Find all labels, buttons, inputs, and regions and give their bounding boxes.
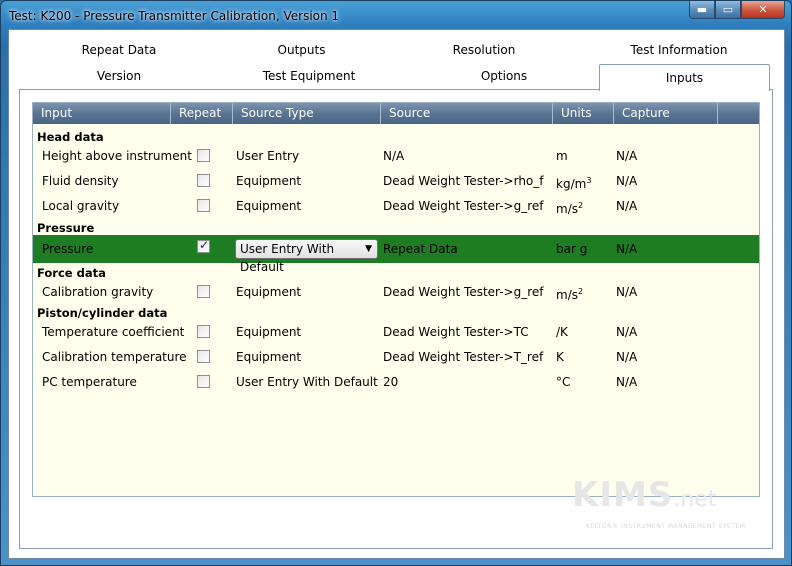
tab-repeat-data[interactable]: Repeat Data bbox=[19, 38, 219, 62]
repeat-checkbox[interactable] bbox=[197, 350, 210, 363]
tab-options[interactable]: Options bbox=[409, 64, 599, 88]
column-header-source[interactable]: Source bbox=[381, 103, 553, 124]
input-name: Pressure bbox=[42, 242, 94, 256]
units: /K bbox=[556, 325, 568, 339]
table-row[interactable]: Calibration temperature Equipment Dead W… bbox=[33, 345, 759, 369]
column-header-source-type[interactable]: Source Type bbox=[233, 103, 381, 124]
column-header-input[interactable]: Input bbox=[33, 103, 171, 124]
capture: N/A bbox=[616, 174, 638, 188]
title-bar[interactable]: Test: K200 - Pressure Transmitter Calibr… bbox=[1, 1, 791, 29]
source: Dead Weight Tester->g_ref bbox=[383, 285, 544, 299]
input-name: Temperature coefficient bbox=[42, 325, 185, 339]
column-header-units[interactable]: Units bbox=[553, 103, 614, 124]
source-type: Equipment bbox=[236, 174, 302, 188]
input-name: Calibration gravity bbox=[42, 285, 154, 299]
units: m bbox=[556, 149, 568, 163]
source: Dead Weight Tester->T_ref bbox=[383, 350, 544, 364]
tab-outputs[interactable]: Outputs bbox=[209, 38, 394, 62]
group-piston-cylinder-data: Piston/cylinder data bbox=[37, 306, 168, 320]
capture: N/A bbox=[616, 199, 638, 213]
window-title: Test: K200 - Pressure Transmitter Calibr… bbox=[9, 9, 340, 23]
source: Dead Weight Tester->TC bbox=[383, 325, 529, 339]
logo-tagline: KELTON® INSTRUMENT MANAGEMENT SYSTEM bbox=[586, 523, 746, 530]
repeat-checkbox[interactable] bbox=[197, 199, 210, 212]
tab-version[interactable]: Version bbox=[19, 64, 219, 88]
source-type: User Entry With Default bbox=[236, 375, 378, 389]
table-row[interactable]: Height above instrument User Entry N/A m… bbox=[33, 144, 759, 168]
capture: N/A bbox=[616, 350, 638, 364]
repeat-checkbox[interactable] bbox=[197, 238, 210, 253]
table-row-selected[interactable]: Pressure User Entry With Default ▼ Repea… bbox=[33, 235, 759, 274]
tab-resolution[interactable]: Resolution bbox=[394, 38, 574, 62]
chevron-down-icon: ▼ bbox=[365, 244, 372, 254]
input-name: Height above instrument bbox=[42, 149, 192, 163]
table-row[interactable]: Calibration gravity Equipment Dead Weigh… bbox=[33, 280, 759, 304]
source: 20 bbox=[383, 375, 399, 389]
source-type-dropdown[interactable]: User Entry With Default ▼ bbox=[235, 239, 378, 274]
units-base: kg/m bbox=[556, 177, 587, 191]
tab-inputs[interactable]: Inputs bbox=[599, 64, 770, 91]
units-superscript: 2 bbox=[577, 201, 584, 210]
repeat-checkbox[interactable] bbox=[197, 285, 210, 298]
tab-test-equipment[interactable]: Test Equipment bbox=[209, 64, 409, 88]
source-type: Equipment bbox=[236, 350, 302, 364]
table-row[interactable]: Fluid density Equipment Dead Weight Test… bbox=[33, 169, 759, 193]
logo-net-text: .net bbox=[673, 487, 717, 512]
capture: N/A bbox=[616, 149, 638, 163]
source-type: Equipment bbox=[236, 325, 302, 339]
units: kg/m3 bbox=[556, 169, 591, 193]
inputs-panel: Input Repeat Source Type Source Units Ca… bbox=[19, 89, 773, 549]
capture: N/A bbox=[616, 325, 638, 339]
table-row[interactable]: Temperature coefficient Equipment Dead W… bbox=[33, 320, 759, 344]
column-header-repeat[interactable]: Repeat bbox=[171, 103, 233, 124]
source: Dead Weight Tester->rho_f bbox=[383, 174, 544, 188]
logo-main-text: KIMS bbox=[572, 475, 674, 515]
client-area: Repeat Data Outputs Resolution Test Info… bbox=[8, 29, 785, 559]
minimize-button[interactable]: ▬ bbox=[689, 1, 715, 19]
table-row[interactable]: Local gravity Equipment Dead Weight Test… bbox=[33, 194, 759, 218]
units-base: m/s bbox=[556, 202, 578, 216]
group-force-data: Force data bbox=[37, 266, 106, 280]
repeat-checkbox[interactable] bbox=[197, 325, 210, 338]
repeat-checkbox[interactable] bbox=[197, 375, 210, 388]
units: K bbox=[556, 350, 564, 364]
maximize-button[interactable]: ▭ bbox=[715, 1, 741, 19]
input-name: PC temperature bbox=[42, 375, 137, 389]
input-name: Fluid density bbox=[42, 174, 119, 188]
inputs-grid: Input Repeat Source Type Source Units Ca… bbox=[32, 102, 760, 497]
units: °C bbox=[556, 375, 571, 389]
units-superscript: 3 bbox=[586, 176, 592, 185]
capture: N/A bbox=[616, 375, 638, 389]
app-window: Test: K200 - Pressure Transmitter Calibr… bbox=[0, 0, 792, 566]
group-head-data: Head data bbox=[37, 130, 104, 144]
grid-header: Input Repeat Source Type Source Units Ca… bbox=[33, 103, 759, 124]
input-name: Calibration temperature bbox=[42, 350, 187, 364]
group-pressure: Pressure bbox=[37, 221, 95, 235]
source: Dead Weight Tester->g_ref bbox=[383, 199, 544, 213]
source-type: Equipment bbox=[236, 199, 302, 213]
capture: N/A bbox=[616, 285, 638, 299]
source-type-value: User Entry With Default bbox=[240, 242, 335, 274]
units: bar g bbox=[556, 242, 588, 256]
units-superscript: 2 bbox=[577, 287, 584, 296]
repeat-checkbox[interactable] bbox=[197, 149, 210, 162]
source: Repeat Data bbox=[383, 242, 458, 256]
kims-logo: KIMS.net KELTON® INSTRUMENT MANAGEMENT S… bbox=[572, 475, 745, 530]
units-base: m/s bbox=[556, 288, 578, 302]
close-button[interactable]: ✕ bbox=[741, 1, 785, 19]
repeat-checkbox[interactable] bbox=[197, 174, 210, 187]
units: m/s2 bbox=[556, 194, 583, 218]
column-header-capture[interactable]: Capture bbox=[614, 103, 718, 124]
table-row[interactable]: PC temperature User Entry With Default 2… bbox=[33, 370, 759, 394]
input-name: Local gravity bbox=[42, 199, 120, 213]
units: m/s2 bbox=[556, 280, 583, 304]
capture: N/A bbox=[616, 242, 638, 256]
source-type: Equipment bbox=[236, 285, 302, 299]
source-type: User Entry bbox=[236, 149, 300, 163]
source: N/A bbox=[383, 149, 405, 163]
tab-test-information[interactable]: Test Information bbox=[584, 38, 774, 62]
tab-strip: Repeat Data Outputs Resolution Test Info… bbox=[19, 38, 779, 91]
window-controls: ▬ ▭ ✕ bbox=[689, 1, 785, 19]
